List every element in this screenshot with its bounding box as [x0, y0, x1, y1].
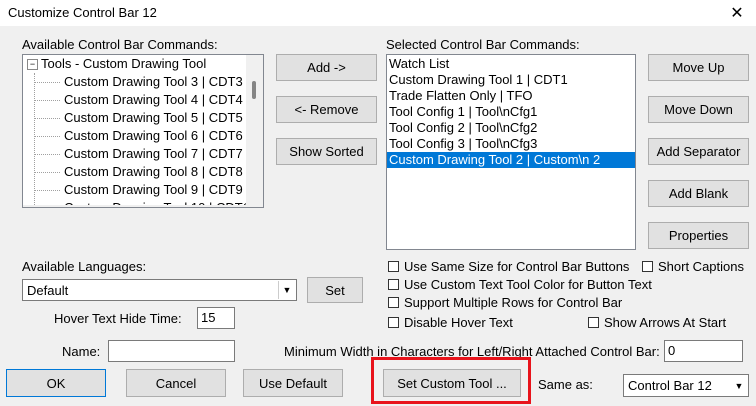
- tree-item-label: Custom Drawing Tool 7 | CDT7: [64, 146, 243, 161]
- tree-scrollbar[interactable]: [246, 55, 263, 207]
- tree-item[interactable]: Custom Drawing Tool 6 | CDT6: [23, 127, 263, 145]
- selected-commands-list[interactable]: Watch List Custom Drawing Tool 1 | CDT1 Tr…: [386, 54, 636, 250]
- short-captions-label: Short Captions: [658, 259, 744, 274]
- tree-item[interactable]: Custom Drawing Tool 7 | CDT7: [23, 145, 263, 163]
- tree-hscrollbar[interactable]: [23, 205, 246, 207]
- name-input[interactable]: [108, 340, 235, 362]
- tree-item[interactable]: Custom Drawing Tool 5 | CDT5: [23, 109, 263, 127]
- same-as-value: Control Bar 12: [628, 378, 712, 393]
- add-separator-button[interactable]: Add Separator: [648, 138, 749, 165]
- ok-button[interactable]: OK: [6, 369, 106, 397]
- disable-hover-label: Disable Hover Text: [404, 315, 513, 330]
- tree-item[interactable]: Custom Drawing Tool 9 | CDT9: [23, 181, 263, 199]
- cancel-button[interactable]: Cancel: [126, 369, 226, 397]
- language-value: Default: [27, 283, 69, 298]
- available-commands-label: Available Control Bar Commands:: [22, 37, 218, 52]
- custom-text-color-checkbox[interactable]: [388, 279, 399, 290]
- tree-item[interactable]: Custom Drawing Tool 8 | CDT8: [23, 163, 263, 181]
- show-arrows-checkbox[interactable]: [588, 317, 599, 328]
- tree-root-label: Tools - Custom Drawing Tool: [41, 56, 207, 71]
- multiple-rows-label: Support Multiple Rows for Control Bar: [404, 295, 623, 310]
- tree-item-label: Custom Drawing Tool 5 | CDT5: [64, 110, 243, 125]
- add-button[interactable]: Add ->: [276, 54, 377, 81]
- collapse-icon[interactable]: −: [27, 59, 38, 71]
- multiple-rows-checkbox[interactable]: [388, 297, 399, 308]
- tree-item-label: Custom Drawing Tool 6 | CDT6: [64, 128, 243, 143]
- tree-scroll-thumb[interactable]: [252, 81, 256, 99]
- language-select[interactable]: Default ▼: [22, 279, 297, 301]
- chevron-down-icon[interactable]: ▼: [731, 376, 747, 395]
- window-title: Customize Control Bar 12: [8, 5, 157, 20]
- tree-item[interactable]: Custom Drawing Tool 4 | CDT4: [23, 91, 263, 109]
- list-item[interactable]: Custom Drawing Tool 1 | CDT1: [387, 72, 635, 88]
- name-label: Name:: [62, 344, 101, 359]
- chevron-down-icon[interactable]: ▼: [278, 281, 295, 299]
- add-blank-button[interactable]: Add Blank: [648, 180, 749, 207]
- move-up-button[interactable]: Move Up: [648, 54, 749, 81]
- languages-label: Available Languages:: [22, 259, 147, 274]
- list-item[interactable]: Tool Config 1 | Tool\nCfg1: [387, 104, 635, 120]
- min-width-input[interactable]: 0: [664, 340, 743, 362]
- tree-item[interactable]: Custom Drawing Tool 3 | CDT3: [23, 73, 263, 91]
- selected-items: Watch List Custom Drawing Tool 1 | CDT1 Tr…: [387, 56, 635, 168]
- show-arrows-label: Show Arrows At Start: [604, 315, 727, 330]
- same-as-select[interactable]: Control Bar 12 ▼: [623, 374, 749, 397]
- close-icon[interactable]: ✕: [726, 3, 748, 23]
- short-captions-checkbox[interactable]: [642, 261, 653, 272]
- custom-text-color-label: Use Custom Text Tool Color for Button Te…: [404, 277, 652, 292]
- tree-root-row[interactable]: − Tools - Custom Drawing Tool: [23, 55, 263, 73]
- hover-time-input[interactable]: 15: [197, 307, 235, 329]
- set-custom-tool-button[interactable]: Set Custom Tool ...: [383, 369, 521, 397]
- list-item[interactable]: Tool Config 3 | Tool\nCfg3: [387, 136, 635, 152]
- tree-item-label: Custom Drawing Tool 3 | CDT3: [64, 74, 243, 89]
- tree-item-label: Custom Drawing Tool 9 | CDT9: [64, 182, 243, 197]
- tree-items: Custom Drawing Tool 3 | CDT3 Custom Drawi…: [23, 73, 263, 207]
- list-item[interactable]: Tool Config 2 | Tool\nCfg2: [387, 120, 635, 136]
- properties-button[interactable]: Properties: [648, 222, 749, 249]
- same-size-checkbox[interactable]: [388, 261, 399, 272]
- list-item[interactable]: Trade Flatten Only | TFO: [387, 88, 635, 104]
- selected-commands-label: Selected Control Bar Commands:: [386, 37, 580, 52]
- available-commands-tree[interactable]: − Tools - Custom Drawing Tool Custom Draw…: [22, 54, 264, 208]
- tree-item-label: Custom Drawing Tool 8 | CDT8: [64, 164, 243, 179]
- move-down-button[interactable]: Move Down: [648, 96, 749, 123]
- same-size-label: Use Same Size for Control Bar Buttons: [404, 259, 630, 274]
- list-item[interactable]: Watch List: [387, 56, 635, 72]
- show-sorted-button[interactable]: Show Sorted: [276, 138, 377, 165]
- list-item[interactable]: Custom Drawing Tool 2 | Custom\n 2: [387, 152, 635, 168]
- use-default-button[interactable]: Use Default: [243, 369, 343, 397]
- tree-item-label: Custom Drawing Tool 4 | CDT4: [64, 92, 243, 107]
- same-as-label: Same as:: [538, 377, 593, 392]
- set-language-button[interactable]: Set: [307, 277, 363, 303]
- hover-time-label: Hover Text Hide Time:: [54, 311, 182, 326]
- remove-button[interactable]: <- Remove: [276, 96, 377, 123]
- disable-hover-checkbox[interactable]: [388, 317, 399, 328]
